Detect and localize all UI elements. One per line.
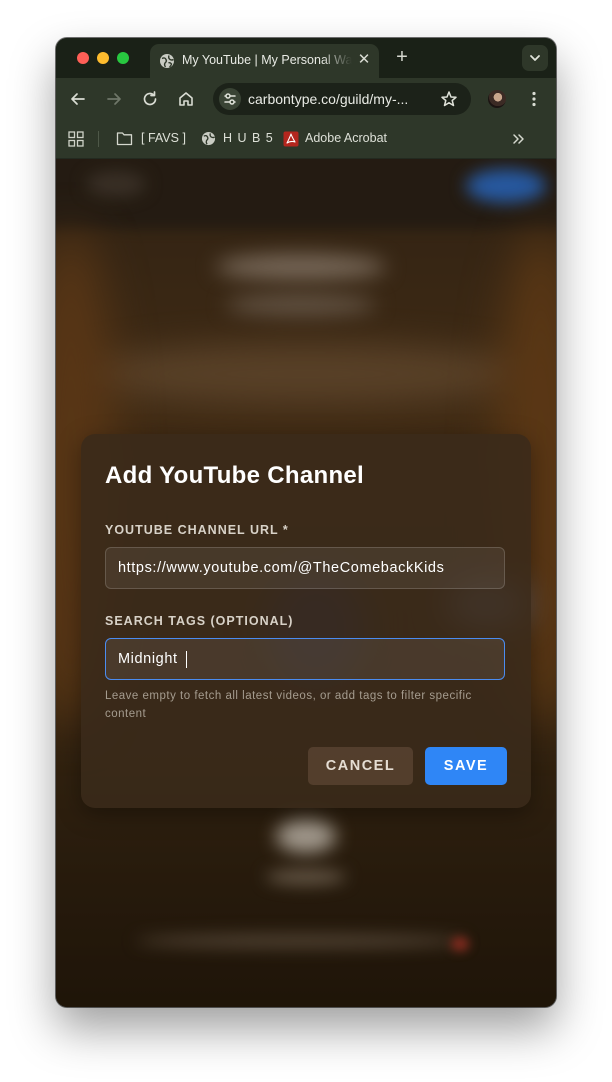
search-tags-label: SEARCH TAGS (OPTIONAL) xyxy=(105,614,294,628)
address-bar[interactable]: carbontype.co/guild/my-... xyxy=(213,83,471,115)
plus-icon[interactable]: + xyxy=(392,47,412,67)
tab-title: My YouTube | My Personal Wa xyxy=(182,53,352,67)
globe-icon xyxy=(201,131,216,146)
browser-window: My YouTube | My Personal Wa ✕ + carbonty… xyxy=(56,38,556,1007)
add-channel-dialog: Add YouTube Channel YOUTUBE CHANNEL URL … xyxy=(81,434,531,808)
channel-url-label: YOUTUBE CHANNEL URL * xyxy=(105,523,289,537)
home-icon[interactable] xyxy=(176,89,196,109)
more-menu-icon[interactable] xyxy=(524,89,544,109)
bookmarks-bar: [ FAVS ] H U B 5 Adobe Acrobat xyxy=(56,120,556,159)
minimize-window-button[interactable] xyxy=(97,52,109,64)
bookmarks-divider xyxy=(98,131,99,147)
browser-toolbar: carbontype.co/guild/my-... xyxy=(56,78,556,120)
dialog-title: Add YouTube Channel xyxy=(105,462,365,489)
acrobat-icon xyxy=(283,131,299,147)
forward-arrow-icon[interactable] xyxy=(104,89,124,109)
maximize-window-button[interactable] xyxy=(117,52,129,64)
back-arrow-icon[interactable] xyxy=(68,89,88,109)
close-window-button[interactable] xyxy=(77,52,89,64)
active-tab[interactable]: My YouTube | My Personal Wa ✕ xyxy=(150,44,379,78)
close-icon[interactable]: ✕ xyxy=(356,52,372,68)
chevron-down-icon xyxy=(530,55,540,61)
reload-icon[interactable] xyxy=(140,89,160,109)
tab-strip: My YouTube | My Personal Wa ✕ + xyxy=(56,38,556,78)
search-tags-hint: Leave empty to fetch all latest videos, … xyxy=(105,690,472,720)
channel-url-input[interactable] xyxy=(105,547,505,589)
bookmark-label: [ FAVS ] xyxy=(141,131,186,145)
page-viewport: Add YouTube Channel YOUTUBE CHANNEL URL … xyxy=(56,159,556,1007)
search-tags-input[interactable] xyxy=(105,638,505,680)
bookmark-label: Adobe Acrobat xyxy=(305,131,388,145)
double-chevron-right-icon[interactable] xyxy=(512,132,526,146)
text-cursor xyxy=(186,651,187,668)
bookmark-label: H U B 5 xyxy=(223,131,274,145)
profile-avatar[interactable] xyxy=(488,90,506,108)
bookmark-star-icon[interactable] xyxy=(439,89,459,109)
url-text: carbontype.co/guild/my-... xyxy=(248,91,409,107)
cancel-button[interactable]: CANCEL xyxy=(308,747,413,785)
globe-icon xyxy=(160,54,174,68)
site-settings-icon[interactable] xyxy=(219,88,241,110)
save-button[interactable]: SAVE xyxy=(425,747,507,785)
folder-icon xyxy=(116,132,133,146)
tune-icon xyxy=(224,93,236,105)
tab-search-button[interactable] xyxy=(522,45,548,71)
apps-grid-icon[interactable] xyxy=(68,131,84,147)
